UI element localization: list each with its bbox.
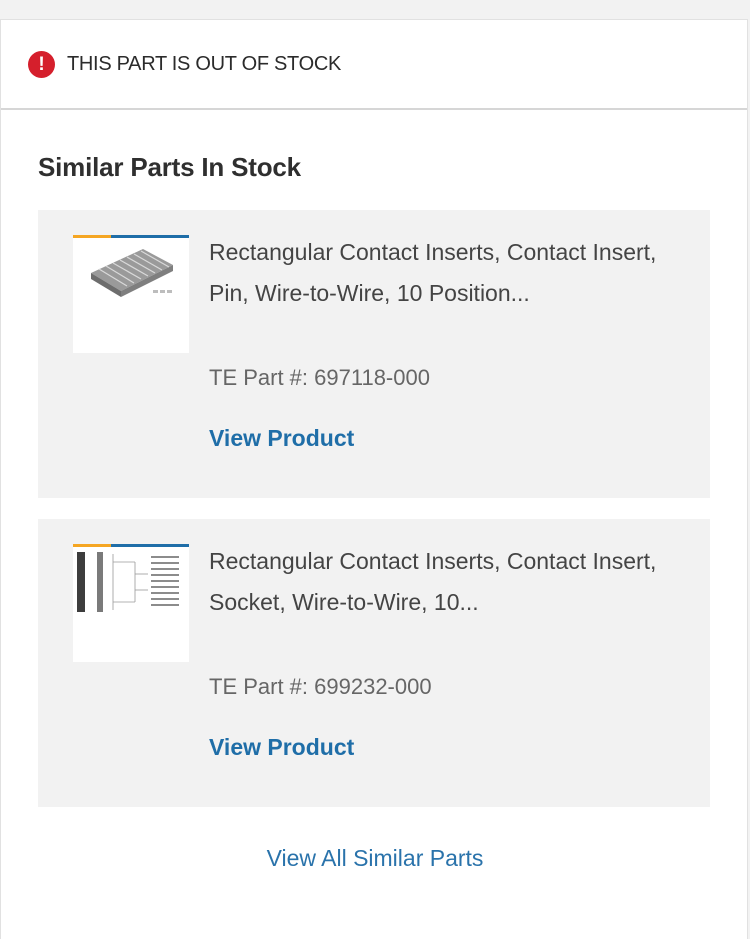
part-number: TE Part #: 699232-000 (209, 674, 432, 699)
similar-parts-panel: ! THIS PART IS OUT OF STOCK Similar Part… (0, 19, 748, 939)
section-title: Similar Parts In Stock (38, 152, 301, 182)
product-card: Rectangular Contact Inserts, Contact Ins… (38, 519, 710, 807)
view-product-link[interactable]: View Product (209, 734, 354, 761)
contact-insert-socket-drawing-image (73, 544, 189, 612)
product-thumbnail[interactable] (73, 235, 189, 353)
out-of-stock-alert: ! THIS PART IS OUT OF STOCK (1, 20, 747, 110)
part-number: TE Part #: 697118-000 (209, 365, 430, 390)
product-thumbnail[interactable] (73, 544, 189, 662)
product-title[interactable]: Rectangular Contact Inserts, Contact Ins… (209, 232, 689, 314)
product-card: Rectangular Contact Inserts, Contact Ins… (38, 210, 710, 498)
out-of-stock-text: THIS PART IS OUT OF STOCK (67, 52, 342, 75)
exclamation-circle-icon: ! (28, 50, 55, 78)
contact-insert-pin-product-image (73, 235, 189, 297)
view-product-link[interactable]: View Product (209, 425, 354, 452)
view-all-similar-parts-link[interactable]: View All Similar Parts (1, 845, 749, 872)
product-title[interactable]: Rectangular Contact Inserts, Contact Ins… (209, 541, 689, 623)
